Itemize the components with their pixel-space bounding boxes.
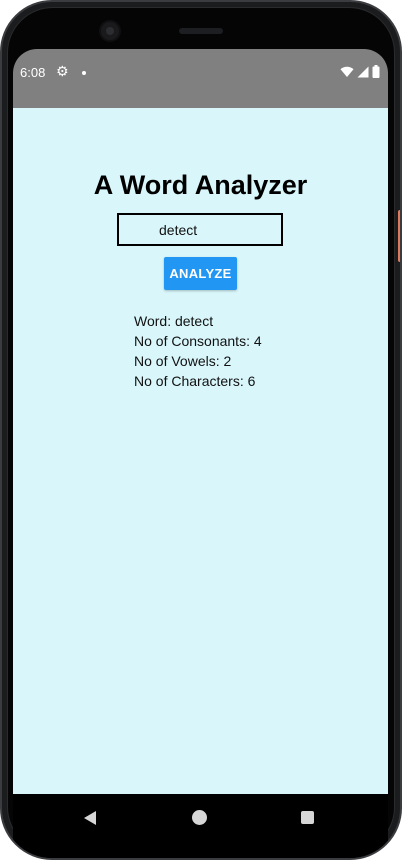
status-time: 6:08 <box>20 65 46 80</box>
screen: 6:08 ⚙ A Word Analyzer ANALYZE <box>13 49 388 858</box>
back-icon[interactable] <box>84 811 96 825</box>
result-vowels: No of Vowels: 2 <box>134 353 232 369</box>
notification-dot-icon <box>82 71 86 75</box>
status-icons <box>340 65 380 78</box>
wifi-icon <box>340 66 354 77</box>
result-characters: No of Characters: 6 <box>134 373 256 389</box>
battery-icon <box>372 65 380 78</box>
power-button <box>398 210 400 262</box>
earpiece-speaker <box>179 28 223 34</box>
result-word: Word: detect <box>134 313 214 329</box>
page-title: A Word Analyzer <box>93 170 308 200</box>
analysis-results: Word: detect No of Consonants: 4 No of V… <box>134 311 262 391</box>
recents-icon[interactable] <box>301 811 314 824</box>
front-camera <box>101 22 119 40</box>
analyze-button[interactable]: ANALYZE <box>164 257 237 290</box>
app-content: A Word Analyzer ANALYZE Word: detect No … <box>13 108 388 794</box>
result-consonants: No of Consonants: 4 <box>134 333 262 349</box>
status-bar: 6:08 ⚙ <box>13 49 388 108</box>
home-icon[interactable] <box>192 810 207 825</box>
word-input[interactable] <box>117 213 283 246</box>
phone-frame: 6:08 ⚙ A Word Analyzer ANALYZE <box>0 0 402 860</box>
signal-icon <box>357 66 369 77</box>
navigation-bar <box>13 794 388 858</box>
settings-icon: ⚙ <box>56 63 69 79</box>
